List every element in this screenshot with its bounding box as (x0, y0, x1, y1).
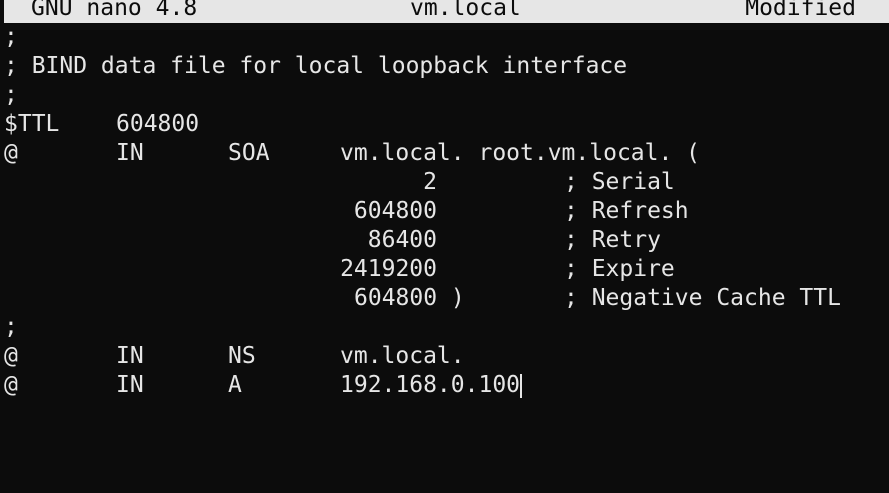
file-name-label: vm.local (410, 0, 521, 21)
soa-negative-ttl-value: 604800 ) (354, 285, 465, 311)
nano-title-bar: GNU nano 4.8 vm.local Modified (4, 0, 889, 23)
terminal-window[interactable]: GNU nano 4.8 vm.local Modified ; ; BIND … (0, 0, 889, 493)
record-type: NS (228, 343, 256, 369)
file-line: ; (4, 313, 889, 342)
record-data: 192.168.0.100 (340, 372, 521, 398)
file-line: $TTL 604800 (4, 110, 889, 139)
soa-serial-value: 2 (423, 169, 437, 195)
record-name: @ (4, 343, 18, 369)
record-data: vm.local. root.vm.local. ( (340, 140, 701, 166)
text-editor-area[interactable]: ; ; BIND data file for local loopback in… (4, 23, 889, 400)
file-line: 2 ; Serial (4, 168, 889, 197)
file-line: ; BIND data file for local loopback inte… (4, 52, 889, 81)
file-line: 2419200 ; Expire (4, 255, 889, 284)
record-name: @ (4, 140, 18, 166)
record-class: IN (116, 343, 144, 369)
text-cursor (520, 373, 523, 398)
file-line: ; (4, 81, 889, 110)
comment-text: ; BIND data file for local loopback inte… (4, 53, 628, 79)
file-line: 604800 ) ; Negative Cache TTL (4, 284, 889, 313)
file-line: 604800 ; Refresh (4, 197, 889, 226)
soa-comment: ; Serial (564, 169, 675, 195)
editor-version-label: GNU nano 4.8 (31, 0, 198, 21)
comment-text: ; (4, 314, 18, 340)
modified-status-label: Modified (745, 0, 856, 21)
record-data: vm.local. (340, 343, 465, 369)
soa-comment: ; Retry (564, 227, 661, 253)
file-line: @ IN NS vm.local. (4, 342, 889, 371)
soa-comment: ; Refresh (564, 198, 689, 224)
record-name: @ (4, 372, 18, 398)
file-line: @ IN SOA vm.local. root.vm.local. ( (4, 139, 889, 168)
ttl-directive: $TTL (4, 111, 60, 137)
soa-refresh-value: 604800 (353, 198, 437, 224)
file-line: 86400 ; Retry (4, 226, 889, 255)
record-class: IN (116, 140, 144, 166)
soa-comment: ; Negative Cache TTL (564, 285, 841, 311)
record-type: SOA (228, 140, 270, 166)
soa-retry-value: 86400 (367, 227, 437, 253)
record-class: IN (116, 372, 144, 398)
comment-text: ; (4, 24, 18, 50)
soa-comment: ; Expire (564, 256, 675, 282)
file-line: ; (4, 23, 889, 52)
ttl-value: 604800 (116, 111, 200, 137)
soa-expire-value: 2419200 (340, 256, 437, 282)
file-line: @ IN A 192.168.0.100 (4, 371, 889, 400)
comment-text: ; (4, 82, 18, 108)
record-type: A (228, 372, 242, 398)
record-data-with-cursor: 192.168.0.100 (340, 371, 523, 400)
